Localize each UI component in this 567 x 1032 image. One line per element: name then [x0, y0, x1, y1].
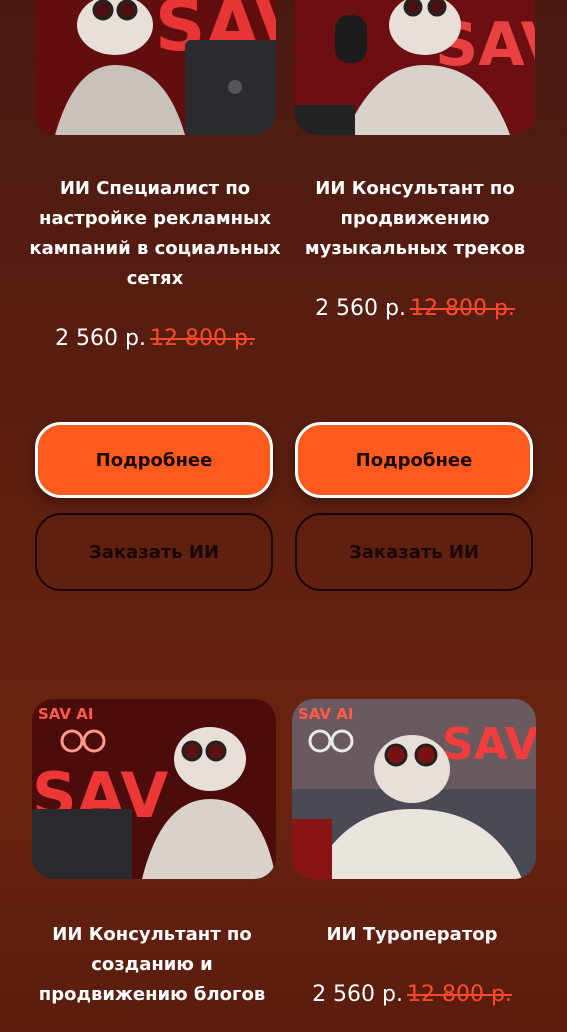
current-price: 2 560 р. [315, 296, 406, 321]
product-title: ИИ Специалист по настройке рекламных кам… [29, 178, 281, 289]
details-button[interactable]: Подробнее [295, 422, 533, 498]
price: 2 560 р. 12 800 р. [35, 326, 275, 351]
product-image[interactable]: SAV AI SAV [32, 699, 276, 879]
old-price: 12 800 р. [410, 296, 515, 321]
product-title: ИИ Консультант по созданию и продвижению… [38, 924, 266, 1005]
product-title: ИИ Консультант по продвижению музыкальны… [304, 178, 526, 259]
old-price: 12 800 р. [407, 982, 512, 1007]
product-image[interactable]: SAV AI SAV [292, 699, 536, 879]
order-ai-button[interactable]: Заказать ИИ [35, 513, 273, 591]
price: 2 560 р. 12 800 р. [292, 982, 532, 1007]
price: 2 560 р. 12 800 р. [295, 296, 535, 321]
current-price: 2 560 р. [312, 982, 403, 1007]
current-price: 2 560 р. [55, 326, 146, 351]
image-caption: SAV AI [38, 705, 93, 723]
neon-sign-text: SAV [442, 719, 536, 770]
product-image[interactable]: SAV [35, 0, 276, 135]
details-button[interactable]: Подробнее [35, 422, 273, 498]
product-title: ИИ Туроператор [326, 924, 498, 945]
image-caption: SAV AI [298, 705, 353, 723]
product-image[interactable]: SAV [295, 0, 535, 135]
order-ai-button[interactable]: Заказать ИИ [295, 513, 533, 591]
old-price: 12 800 р. [150, 326, 255, 351]
